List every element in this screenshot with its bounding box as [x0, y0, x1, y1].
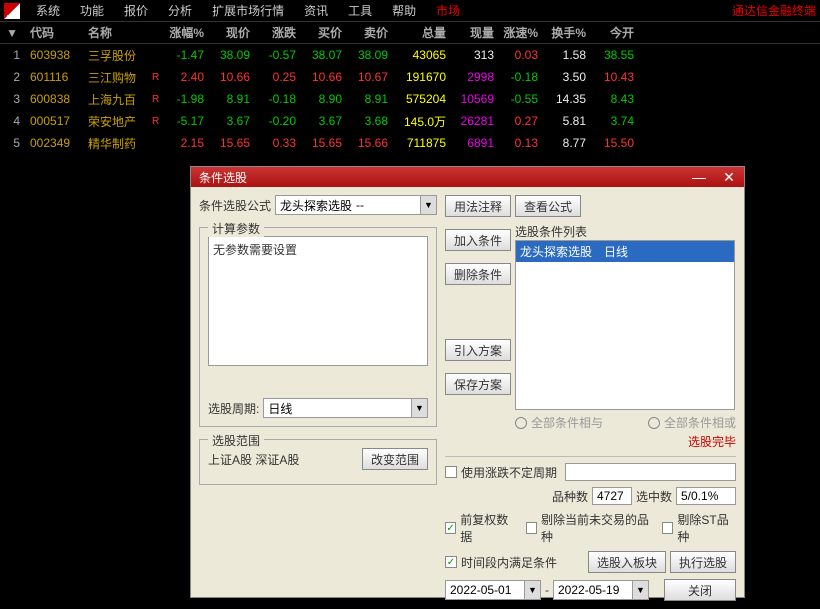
menubar: 系统功能报价分析扩展市场行情资讯工具帮助市场 通达信金融终端 — [0, 0, 820, 22]
radio-and[interactable] — [515, 417, 527, 429]
table-row[interactable]: 2601116三江购物R2.4010.660.2510.6610.6719167… — [0, 66, 820, 88]
chevron-down-icon[interactable]: ▼ — [0, 26, 24, 40]
no-trade-checkbox[interactable] — [526, 522, 537, 534]
range-fieldset: 选股范围 上证A股 深证A股 改变范围 — [199, 439, 437, 485]
usage-button[interactable]: 用法注释 — [445, 195, 511, 217]
to-block-button[interactable]: 选股入板块 — [588, 551, 666, 573]
stock-count-field: 4727 — [592, 487, 632, 505]
menu-item-7[interactable]: 帮助 — [382, 0, 426, 22]
col-change-pct[interactable]: 涨幅% — [162, 24, 208, 41]
time-range-checkbox[interactable]: ✓ — [445, 556, 457, 568]
no-st-checkbox[interactable] — [662, 522, 673, 534]
col-code[interactable]: 代码 — [24, 24, 84, 41]
change-range-button[interactable]: 改变范围 — [362, 448, 428, 470]
app-logo-icon — [4, 3, 20, 19]
menu-item-2[interactable]: 报价 — [114, 0, 158, 22]
table-row[interactable]: 4000517荣安地产R-5.173.67-0.203.673.68145.0万… — [0, 110, 820, 132]
status-complete: 选股完毕 — [688, 435, 736, 449]
col-speed[interactable]: 涨速% — [498, 24, 542, 41]
formula-combo[interactable]: 龙头探索选股 -- ▼ — [275, 195, 437, 215]
chevron-down-icon[interactable]: ▼ — [524, 581, 540, 599]
stock-table: ▼ 代码 名称 涨幅% 现价 涨跌 买价 卖价 总量 现量 涨速% 换手% 今开… — [0, 22, 820, 154]
period-value: 日线 — [268, 400, 292, 417]
period-label: 选股周期: — [208, 400, 259, 417]
run-selection-button[interactable]: 执行选股 — [670, 551, 736, 573]
import-scheme-button[interactable]: 引入方案 — [445, 339, 511, 361]
menu-item-6[interactable]: 工具 — [338, 0, 382, 22]
dialog-titlebar: 条件选股 — ✕ — [191, 167, 744, 187]
radio-or[interactable] — [648, 417, 660, 429]
dialog-title: 条件选股 — [199, 169, 684, 186]
brand-label: 通达信金融终端 — [732, 2, 820, 19]
table-row[interactable]: 5002349精华制药2.1515.650.3315.6515.66711875… — [0, 132, 820, 154]
chevron-down-icon[interactable]: ▼ — [411, 399, 427, 417]
chevron-down-icon[interactable]: ▼ — [632, 581, 648, 599]
menu-item-1[interactable]: 功能 — [70, 0, 114, 22]
condition-listbox[interactable]: 龙头探索选股 日线 — [515, 240, 735, 410]
close-icon[interactable]: ✕ — [714, 167, 744, 187]
col-name[interactable]: 名称 — [84, 24, 148, 41]
menu-item-4[interactable]: 扩展市场行情 — [202, 0, 294, 22]
menu-item-8[interactable]: 市场 — [426, 0, 470, 22]
selected-count-field: 5/0.1% — [676, 487, 736, 505]
view-formula-button[interactable]: 查看公式 — [515, 195, 581, 217]
var-period-input[interactable] — [565, 463, 736, 481]
period-combo[interactable]: 日线 ▼ — [263, 398, 428, 418]
calc-legend: 计算参数 — [208, 220, 264, 237]
table-header: ▼ 代码 名称 涨幅% 现价 涨跌 买价 卖价 总量 现量 涨速% 换手% 今开 — [0, 22, 820, 44]
col-now-volume[interactable]: 现量 — [450, 24, 498, 41]
formula-value: 龙头探索选股 — [280, 197, 352, 214]
save-scheme-button[interactable]: 保存方案 — [445, 373, 511, 395]
col-ask[interactable]: 卖价 — [346, 24, 392, 41]
add-condition-button[interactable]: 加入条件 — [445, 229, 511, 251]
formula-label: 条件选股公式 — [199, 197, 271, 214]
col-price[interactable]: 现价 — [208, 24, 254, 41]
fq-checkbox[interactable]: ✓ — [445, 522, 456, 534]
col-open[interactable]: 今开 — [590, 24, 638, 41]
chevron-down-icon[interactable]: ▼ — [420, 196, 436, 214]
minimize-icon[interactable]: — — [684, 167, 714, 187]
close-button[interactable]: 关闭 — [664, 579, 736, 601]
delete-condition-button[interactable]: 删除条件 — [445, 263, 511, 285]
col-bid[interactable]: 买价 — [300, 24, 346, 41]
range-value: 上证A股 深证A股 — [208, 451, 358, 468]
col-turnover[interactable]: 换手% — [542, 24, 590, 41]
list-item[interactable]: 龙头探索选股 日线 — [516, 241, 734, 262]
table-row[interactable]: 1603938三孚股份-1.4738.09-0.5738.0738.094306… — [0, 44, 820, 66]
date-to-combo[interactable]: 2022-05-19 ▼ — [553, 580, 649, 600]
calc-params-fieldset: 计算参数 无参数需要设置 选股周期: 日线 ▼ — [199, 227, 437, 427]
list-legend: 选股条件列表 — [515, 225, 587, 239]
menu-item-3[interactable]: 分析 — [158, 0, 202, 22]
range-legend: 选股范围 — [208, 432, 264, 449]
date-from-combo[interactable]: 2022-05-01 ▼ — [445, 580, 541, 600]
col-change[interactable]: 涨跌 — [254, 24, 300, 41]
condition-dialog: 条件选股 — ✕ 条件选股公式 龙头探索选股 -- ▼ 计算参数 无参数需要设置… — [190, 166, 745, 598]
menu-item-0[interactable]: 系统 — [26, 0, 70, 22]
params-text: 无参数需要设置 — [208, 236, 428, 366]
col-volume[interactable]: 总量 — [392, 24, 450, 41]
var-period-checkbox[interactable] — [445, 466, 457, 478]
table-row[interactable]: 3600838上海九百R-1.988.91-0.188.908.91575204… — [0, 88, 820, 110]
menu-item-5[interactable]: 资讯 — [294, 0, 338, 22]
